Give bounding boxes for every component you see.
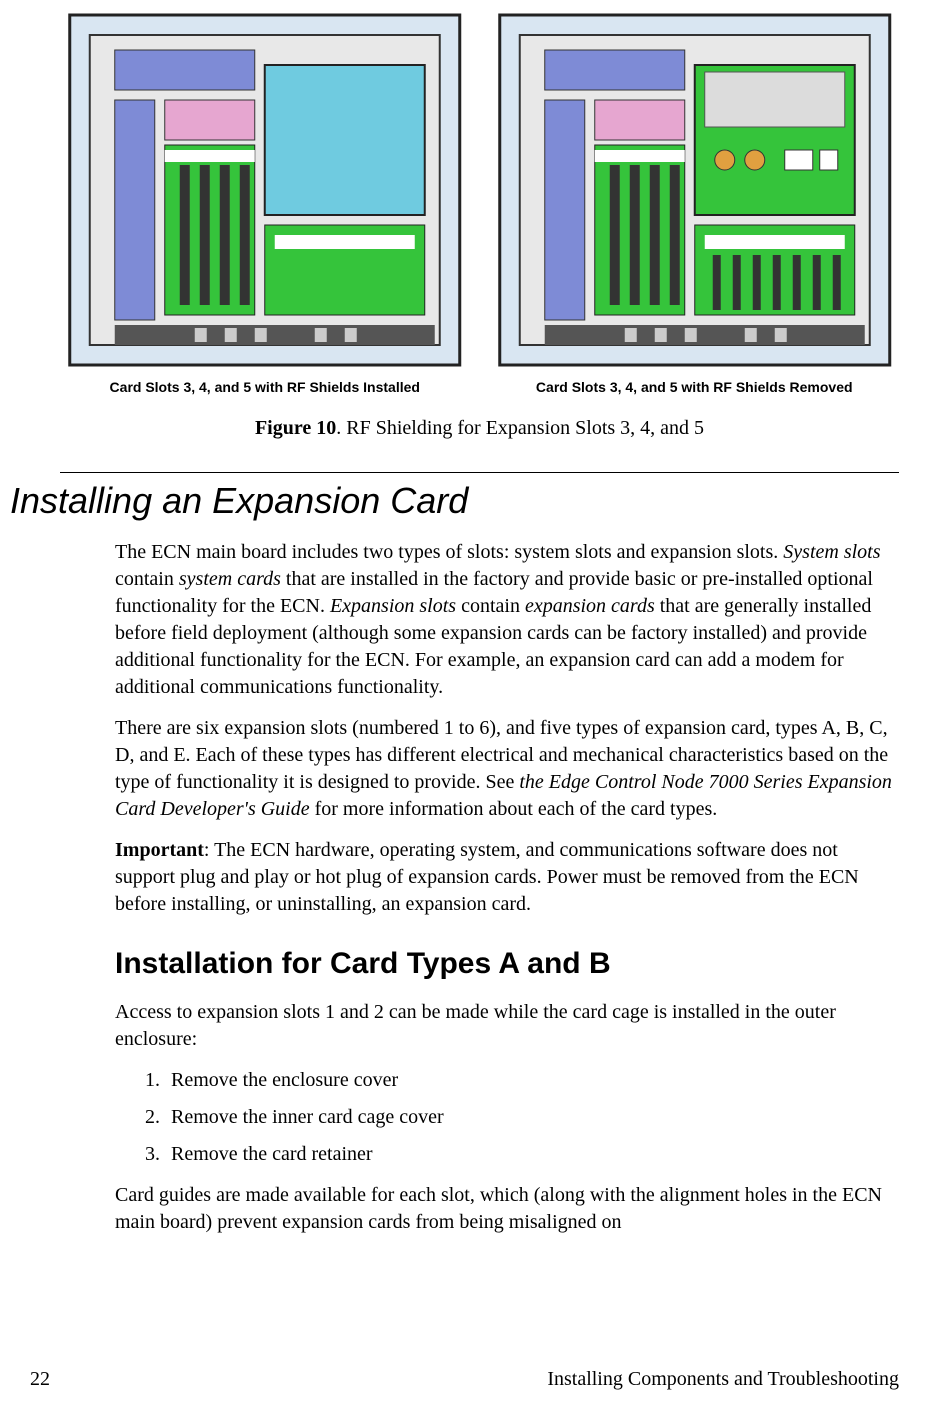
cad-illustration-shields-removed: [490, 10, 900, 370]
figure-row: Card Slots 3, 4, and 5 with RF Shields I…: [60, 10, 899, 397]
heading-installation-ab: Installation for Card Types A and B: [115, 944, 899, 985]
step-item: Remove the card retainer: [165, 1141, 899, 1168]
steps-list: Remove the enclosure cover Remove the in…: [135, 1067, 899, 1168]
page-number: 22: [30, 1366, 50, 1393]
cad-illustration-shields-installed: [60, 10, 470, 370]
body-text-block: The ECN main board includes two types of…: [115, 539, 899, 918]
footer-section-title: Installing Components and Troubleshootin…: [547, 1366, 899, 1393]
figure-title: . RF Shielding for Expansion Slots 3, 4,…: [336, 417, 704, 439]
paragraph-slots: There are six expansion slots (numbered …: [115, 715, 899, 823]
paragraph-guides: Card guides are made available for each …: [115, 1182, 899, 1236]
horizontal-rule: [60, 472, 899, 473]
step-item: Remove the inner card cage cover: [165, 1104, 899, 1131]
figure-caption: Figure 10. RF Shielding for Expansion Sl…: [60, 415, 899, 442]
figure-right-caption: Card Slots 3, 4, and 5 with RF Shields R…: [536, 378, 853, 397]
body-text-block-2: Access to expansion slots 1 and 2 can be…: [115, 999, 899, 1053]
body-text-block-3: Card guides are made available for each …: [115, 1182, 899, 1236]
paragraph-intro: The ECN main board includes two types of…: [115, 539, 899, 701]
heading-installing-expansion-card: Installing an Expansion Card: [10, 477, 899, 526]
figure-left: Card Slots 3, 4, and 5 with RF Shields I…: [60, 10, 470, 397]
paragraph-access: Access to expansion slots 1 and 2 can be…: [115, 999, 899, 1053]
step-item: Remove the enclosure cover: [165, 1067, 899, 1094]
paragraph-important: Important: The ECN hardware, operating s…: [115, 837, 899, 918]
figure-left-caption: Card Slots 3, 4, and 5 with RF Shields I…: [110, 378, 420, 397]
page-footer: 22 Installing Components and Troubleshoo…: [30, 1366, 899, 1393]
figure-number: Figure 10: [255, 417, 336, 439]
figure-right: Card Slots 3, 4, and 5 with RF Shields R…: [490, 10, 900, 397]
